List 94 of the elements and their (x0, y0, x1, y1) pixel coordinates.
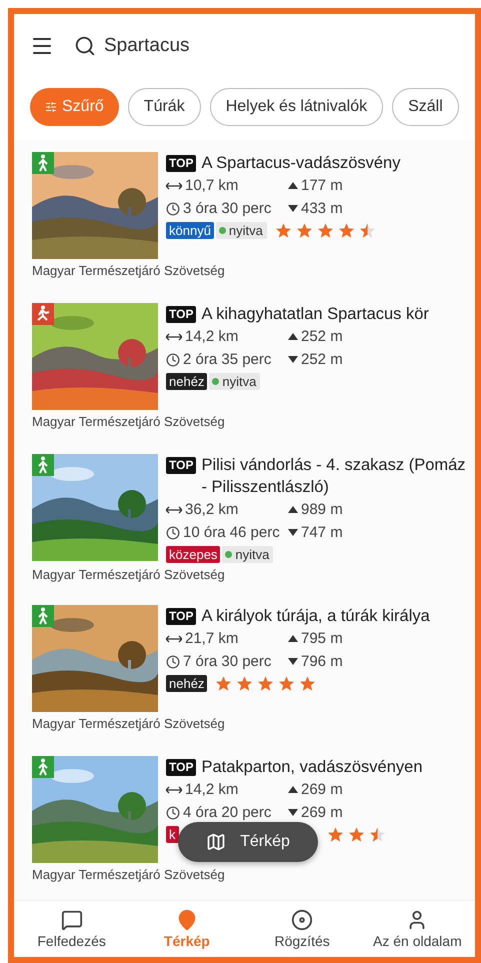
duration-text: 4 óra 20 perc (183, 803, 272, 823)
status-tag: nyitva (209, 373, 260, 390)
duration-text: 7 óra 30 perc (183, 652, 272, 672)
ascent-icon (288, 333, 298, 340)
distance-icon (166, 786, 182, 794)
descent-text: 252 m (301, 350, 343, 370)
clock-icon (166, 654, 180, 668)
difficulty-tag: könnyű (166, 222, 214, 239)
distance-icon (166, 506, 182, 514)
descent-icon (288, 529, 298, 536)
descent-text: 747 m (301, 523, 343, 543)
top-tag: TOP (166, 155, 196, 172)
ascent-text: 177 m (301, 176, 343, 196)
ascent-text: 252 m (301, 327, 343, 347)
star-icon (215, 675, 232, 692)
clock-icon (166, 806, 180, 820)
status-tag: nyitva (216, 222, 267, 239)
running-person-icon (32, 303, 54, 325)
descent-text: 796 m (301, 652, 343, 672)
distance-text: 21,7 km (185, 629, 238, 649)
walking-person-icon (32, 152, 54, 174)
status-tag: nyitva (222, 546, 274, 563)
descent-text: 433 m (301, 199, 343, 219)
map-button[interactable]: Térkép (178, 822, 318, 862)
search-field[interactable]: Spartacus (104, 35, 304, 57)
top-tag: TOP (166, 608, 196, 625)
author-text: Magyar Természetjáró Szövetség (32, 567, 226, 582)
ascent-text: 269 m (301, 780, 343, 800)
star-icon (326, 826, 344, 843)
descent-text: 269 m (301, 803, 343, 823)
category-chip[interactable]: Száll (392, 88, 459, 126)
walking-person-icon (32, 756, 54, 778)
distance-icon (166, 332, 182, 340)
star-icon (274, 222, 292, 239)
walking-person-icon (32, 454, 54, 476)
ascent-icon (288, 182, 298, 189)
star-icon (299, 675, 316, 692)
category-chip[interactable]: Túrák (128, 88, 201, 126)
difficulty-tag: nehéz (166, 675, 208, 692)
star-icon (236, 675, 254, 692)
distance-text: 10,7 km (185, 176, 238, 196)
clock-icon (166, 352, 180, 366)
duration-text: 10 óra 46 perc (183, 523, 280, 543)
difficulty-tag: k (166, 826, 178, 843)
tour-title[interactable]: A Spartacus-vadászösvény (201, 152, 400, 174)
speech-bubble-icon (60, 909, 83, 931)
clock-icon (166, 202, 180, 216)
author-text: Magyar Természetjáró Szövetség (32, 414, 226, 429)
top-tag: TOP (166, 759, 196, 776)
ascent-icon (288, 635, 298, 642)
nav-tab[interactable]: Rögzítés (244, 901, 360, 957)
star-icon (257, 675, 274, 692)
distance-text: 36,2 km (185, 500, 238, 520)
star-icon (296, 222, 313, 239)
search-icon (74, 35, 96, 57)
descent-icon (288, 356, 298, 363)
tour-title[interactable]: Pilisi vándorlás - 4. szakasz (Pomáz - Pilisszentlászló) (201, 454, 467, 498)
distance-icon (166, 182, 182, 190)
tour-title[interactable]: Patakparton, vadászösvényen (201, 756, 423, 778)
star-icon (368, 826, 386, 843)
tour-title[interactable]: A királyok túrája, a túrák királya (201, 605, 430, 627)
ascent-text: 989 m (301, 500, 343, 520)
walking-person-icon (32, 605, 54, 627)
ascent-icon (288, 786, 298, 793)
star-icon (278, 675, 296, 692)
ascent-icon (288, 506, 298, 513)
category-chip[interactable]: Helyek és látnivalók (210, 88, 384, 126)
distance-icon (166, 634, 182, 642)
top-tag: TOP (166, 457, 196, 474)
tour-title[interactable]: A kihagyhatatlan Spartacus kör (201, 303, 429, 325)
nav-tab[interactable]: Felfedezés (14, 901, 130, 957)
distance-text: 14,2 km (185, 327, 238, 347)
duration-text: 3 óra 30 perc (183, 199, 272, 219)
clock-icon (166, 526, 180, 540)
descent-icon (288, 809, 298, 816)
author-text: Magyar Természetjáró Szövetség (32, 263, 226, 278)
sliders-icon (45, 101, 57, 113)
difficulty-tag: nehéz (166, 373, 208, 390)
star-icon (358, 222, 376, 239)
author-text: Magyar Természetjáró Szövetség (32, 867, 226, 882)
record-icon (291, 909, 314, 931)
ascent-text: 795 m (301, 629, 343, 649)
nav-tab[interactable]: Az én oldalam (360, 901, 475, 957)
descent-icon (288, 658, 298, 665)
top-tag: TOP (166, 306, 196, 323)
map-icon (206, 832, 226, 852)
star-icon (348, 826, 364, 843)
star-icon (338, 222, 355, 239)
author-text: Magyar Természetjáró Szövetség (32, 716, 226, 731)
star-icon (316, 222, 334, 239)
duration-text: 2 óra 35 perc (183, 350, 272, 370)
distance-text: 14,2 km (185, 780, 238, 800)
difficulty-tag: közepes (166, 546, 220, 563)
descent-icon (288, 205, 298, 212)
